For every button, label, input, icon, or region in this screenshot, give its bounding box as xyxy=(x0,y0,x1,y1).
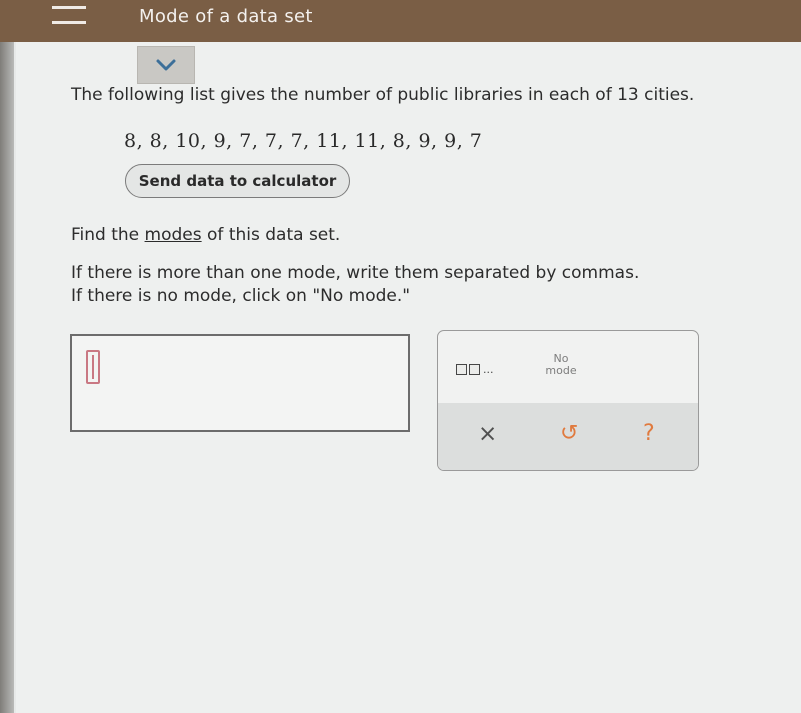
send-data-to-calculator-button[interactable]: Send data to calculator xyxy=(125,164,350,198)
no-mode-button[interactable]: No mode xyxy=(534,353,588,377)
answer-input[interactable] xyxy=(70,334,410,432)
data-values: 8, 8, 10, 9, 7, 7, 7, 11, 11, 8, 9, 9, 7 xyxy=(124,130,483,152)
chevron-down-icon xyxy=(156,59,176,71)
find-suffix: of this data set. xyxy=(201,225,341,245)
collapse-button[interactable] xyxy=(137,46,195,84)
multiple-modes-instruction: If there is more than one mode, write th… xyxy=(71,263,640,283)
find-prefix: Find the xyxy=(71,225,145,245)
question-prompt: The following list gives the number of p… xyxy=(71,85,695,105)
topic-title: Mode of a data set xyxy=(139,6,313,27)
find-modes-instruction: Find the modes of this data set. xyxy=(71,225,340,245)
help-button[interactable]: ? xyxy=(643,421,655,446)
top-bar: Mode of a data set xyxy=(0,0,801,42)
comma-separated-boxes-icon xyxy=(456,363,467,375)
answer-toolbox: ... No mode × ↺ ? xyxy=(437,330,699,471)
clear-button[interactable]: × xyxy=(478,421,497,447)
no-mode-label-line2: mode xyxy=(545,364,577,377)
modes-definition-link[interactable]: modes xyxy=(145,225,202,245)
comma-separated-boxes-icon xyxy=(469,363,480,375)
screen-bezel-edge xyxy=(0,0,14,713)
text-cursor-icon xyxy=(86,350,100,384)
hamburger-menu-icon[interactable] xyxy=(52,6,86,24)
no-mode-instruction: If there is no mode, click on "No mode." xyxy=(71,286,411,306)
comma-list-suffix: ... xyxy=(483,362,494,376)
undo-button[interactable]: ↺ xyxy=(560,421,578,446)
comma-separated-list-button[interactable]: ... xyxy=(456,361,494,377)
